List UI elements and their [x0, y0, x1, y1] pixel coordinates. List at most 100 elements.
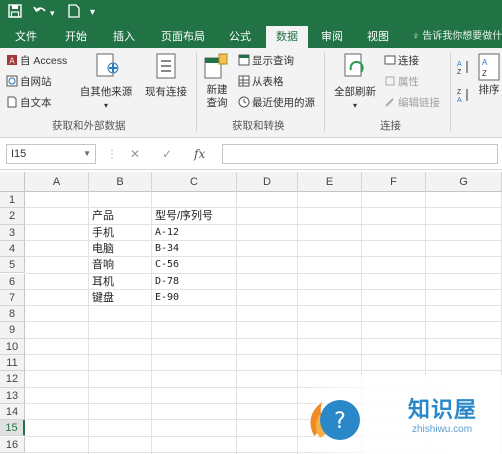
lightbulb-icon: ♀ — [412, 31, 420, 42]
grid-icon — [238, 75, 250, 91]
cell-b3[interactable]: 手机 — [89, 225, 114, 241]
select-all-corner[interactable] — [0, 172, 25, 192]
new-document-icon[interactable] — [68, 4, 80, 18]
row-header-6[interactable]: 6 — [0, 273, 25, 290]
ribbon-tabs: 文件 开始 插入 页面布局 公式 数据 审阅 视图 ♀ 告诉我你想要做什么 — [0, 26, 502, 48]
formula-input[interactable] — [222, 144, 498, 164]
row-header-12[interactable]: 12 — [0, 371, 25, 388]
cell-b7[interactable]: 键盘 — [89, 290, 114, 306]
refresh-all-button[interactable]: 全部刷新 ▾ — [328, 52, 382, 112]
from-web-button[interactable]: 自网站 — [6, 75, 52, 91]
column-header-e[interactable]: E — [298, 172, 362, 192]
gridline — [236, 192, 237, 454]
row-header-9[interactable]: 9 — [0, 322, 25, 339]
undo-icon[interactable] — [32, 4, 48, 18]
column-header-a[interactable]: A — [25, 172, 89, 192]
other-sources-icon — [76, 52, 136, 86]
watermark-url: zhishiwu.com — [412, 424, 473, 435]
tab-file[interactable]: 文件 — [8, 26, 44, 48]
new-query-button[interactable]: 新建 查询 — [200, 52, 234, 110]
chevron-down-icon: ▾ — [103, 101, 108, 110]
customize-toolbar-icon[interactable]: ▾ — [90, 4, 95, 22]
column-header-d[interactable]: D — [237, 172, 298, 192]
cell-c3[interactable]: A-12 — [152, 225, 179, 241]
text-file-icon — [6, 96, 18, 112]
cell-c6[interactable]: D-78 — [152, 274, 179, 290]
tab-view[interactable]: 视图 — [358, 26, 398, 48]
cancel-icon[interactable]: ✕ — [130, 144, 140, 164]
enter-icon[interactable]: ✓ — [162, 144, 172, 164]
tab-review[interactable]: 审阅 — [314, 26, 350, 48]
row-header-4[interactable]: 4 — [0, 240, 25, 258]
row-header-1[interactable]: 1 — [0, 192, 25, 209]
row-header-11[interactable]: 11 — [0, 355, 25, 372]
drag-handle-icon[interactable]: ⋮ — [106, 144, 118, 164]
insert-function-icon[interactable]: fx — [194, 144, 205, 164]
column-header-c[interactable]: C — [152, 172, 237, 192]
tab-insert[interactable]: 插入 — [104, 26, 144, 48]
row-header-2[interactable]: 2 — [0, 208, 25, 225]
show-queries-button[interactable]: 显示查询 — [238, 54, 294, 70]
web-icon — [6, 75, 18, 91]
existing-connections-button[interactable]: 现有连接 — [140, 52, 192, 99]
cell-c5[interactable]: C-56 — [152, 257, 179, 273]
tab-page-layout[interactable]: 页面布局 — [152, 26, 214, 48]
table-icon — [238, 54, 250, 70]
group-divider — [324, 52, 325, 132]
edit-links-icon — [384, 96, 396, 112]
recent-sources-button[interactable]: 最近使用的源 — [238, 96, 315, 112]
tell-me-box[interactable]: ♀ 告诉我你想要做什么 — [412, 26, 502, 48]
row-header-3[interactable]: 3 — [0, 224, 25, 241]
undo-dropdown-icon[interactable]: ▾ — [50, 4, 55, 22]
cell-b6[interactable]: 耳机 — [89, 274, 114, 290]
connections-button[interactable]: 连接 — [384, 54, 419, 70]
svg-text:?: ? — [334, 409, 346, 434]
row-header-14[interactable]: 14 — [0, 403, 25, 421]
save-icon[interactable] — [8, 4, 22, 18]
row-header-5[interactable]: 5 — [0, 257, 25, 274]
gridline — [25, 354, 502, 355]
sort-button[interactable]: AZ 排序 — [476, 52, 502, 97]
cell-c4[interactable]: B-34 — [152, 241, 179, 257]
row-header-7[interactable]: 7 — [0, 289, 25, 307]
from-table-button[interactable]: 从表格 — [238, 75, 284, 91]
svg-text:A: A — [9, 57, 15, 66]
tab-formulas[interactable]: 公式 — [220, 26, 260, 48]
row-header-8[interactable]: 8 — [0, 306, 25, 323]
edit-links-button[interactable]: 编辑链接 — [384, 96, 440, 112]
column-header-f[interactable]: F — [362, 172, 426, 192]
name-box[interactable]: I15 ▼ — [6, 144, 96, 164]
svg-text:Z: Z — [482, 69, 487, 78]
cell-b5[interactable]: 音响 — [89, 257, 114, 273]
sort-ascending-icon[interactable]: AZ — [456, 58, 470, 80]
from-text-button[interactable]: 自文本 — [6, 96, 52, 112]
svg-text:A: A — [457, 61, 462, 68]
column-header-g[interactable]: G — [426, 172, 502, 192]
from-access-button[interactable]: A自 Access — [6, 54, 67, 70]
cell-b2[interactable]: 产品 — [89, 208, 114, 224]
cell-c2[interactable]: 型号/序列号 — [152, 208, 213, 224]
column-header-b[interactable]: B — [89, 172, 152, 192]
sort-descending-icon[interactable]: ZA — [456, 86, 470, 108]
access-icon: A — [6, 54, 18, 70]
refresh-icon — [328, 52, 382, 86]
tab-home[interactable]: 开始 — [56, 26, 96, 48]
tab-data[interactable]: 数据 — [266, 26, 308, 48]
gridline — [25, 321, 502, 323]
cell-c7[interactable]: E-90 — [152, 290, 179, 306]
row-header-16[interactable]: 16 — [0, 436, 25, 453]
group-label-connections: 连接 — [380, 120, 401, 132]
row-header-15[interactable]: 15 — [0, 420, 25, 437]
sort-icon: AZ — [476, 52, 502, 84]
clock-icon — [238, 96, 250, 112]
row-header-13[interactable]: 13 — [0, 387, 25, 404]
properties-button[interactable]: 属性 — [384, 75, 419, 91]
cell-b4[interactable]: 电脑 — [89, 241, 114, 257]
chevron-down-icon: ▾ — [352, 101, 357, 110]
link-icon — [384, 54, 396, 70]
gridline — [25, 370, 502, 372]
group-divider — [450, 52, 451, 132]
row-header-10[interactable]: 10 — [0, 338, 25, 355]
gridline — [25, 337, 502, 339]
from-other-sources-button[interactable]: 自其他来源 ▾ — [76, 52, 136, 112]
